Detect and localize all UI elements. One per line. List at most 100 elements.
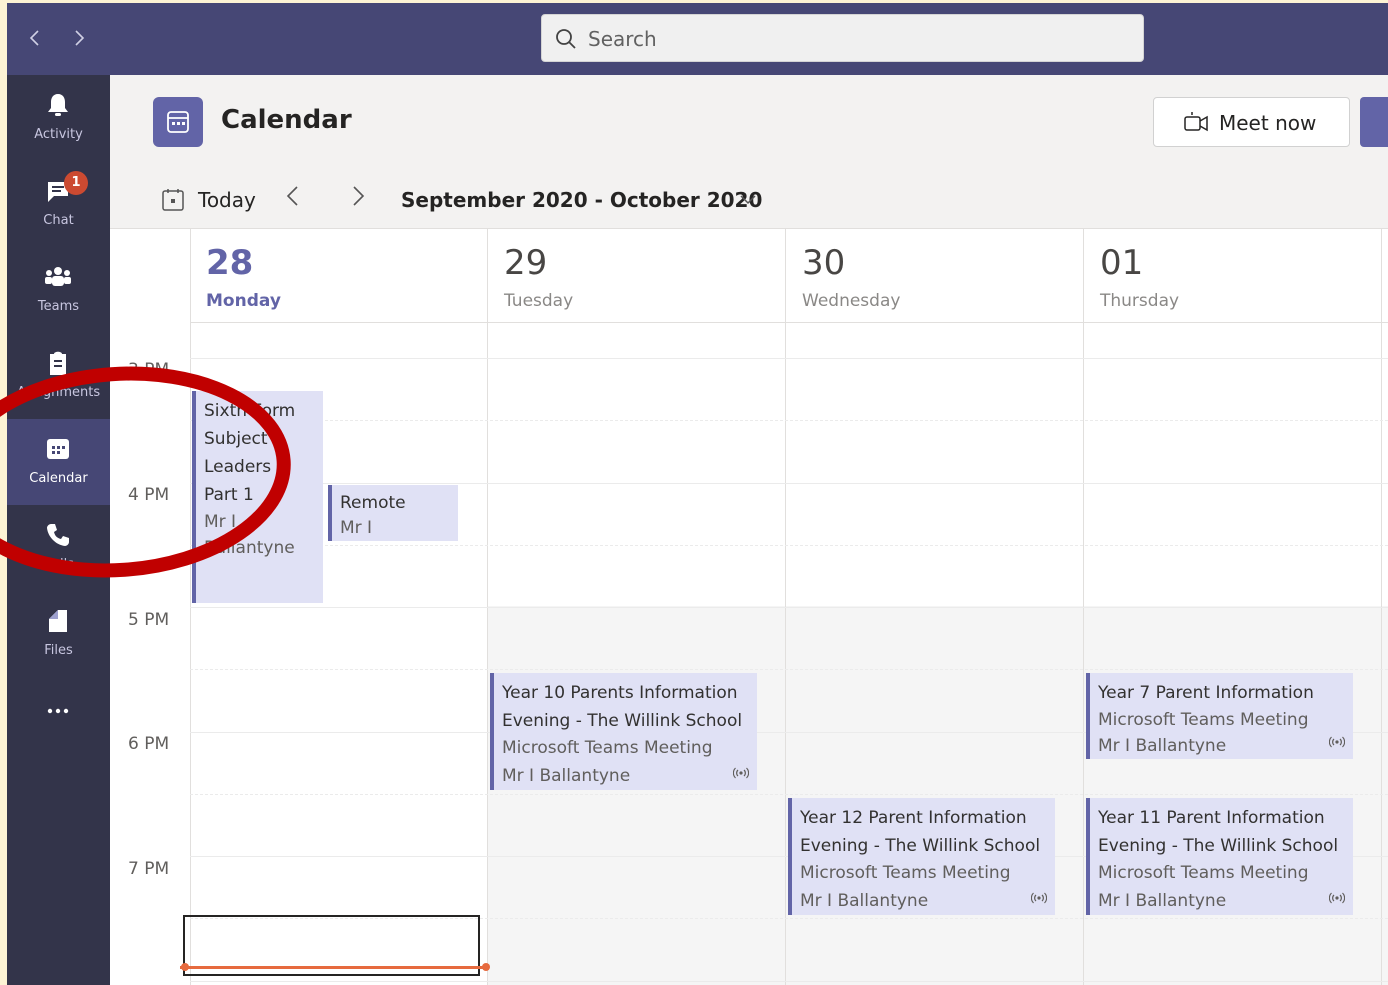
today-calendar-icon — [162, 189, 184, 211]
time-label: 3 PM — [128, 360, 170, 380]
rail-label: Assignments — [16, 385, 101, 400]
event-title: Year 12 Parent Information Evening - The… — [800, 808, 1041, 856]
event-title: Year 10 Parents Information Evening - Th… — [502, 683, 743, 731]
time-label: 4 PM — [128, 485, 170, 505]
day-name: Thursday — [1100, 291, 1180, 311]
date-range-picker[interactable]: September 2020 - October 2020 — [401, 188, 762, 212]
rail-label: Activity — [34, 127, 83, 142]
back-button[interactable] — [25, 25, 45, 51]
rail-item-calendar[interactable]: Calendar — [7, 419, 110, 505]
event-subtitle: Microsoft Teams Meeting — [800, 863, 1011, 883]
meet-now-label: Meet now — [1219, 111, 1317, 135]
event-year12[interactable]: Year 12 Parent Information Evening - The… — [788, 798, 1055, 915]
event-organizer: Mr I Ballantyne — [800, 891, 929, 911]
day-name: Monday — [206, 291, 281, 311]
current-time-line — [180, 966, 483, 969]
broadcast-icon — [1329, 736, 1345, 748]
more-icon — [47, 708, 69, 714]
event-organizer: Mr I Ballantyne — [1098, 736, 1227, 756]
page-title: Calendar — [221, 105, 352, 135]
search-box[interactable]: Search — [541, 14, 1144, 62]
rail-item-calls[interactable]: Calls — [7, 505, 110, 591]
calendar-main: Calendar Meet now Today September 2020 -… — [110, 75, 1388, 985]
half-hour-line — [190, 669, 1388, 671]
broadcast-icon — [1031, 892, 1047, 904]
half-hour-line — [190, 545, 1388, 547]
file-icon — [49, 610, 67, 632]
chevron-right-icon — [353, 186, 365, 206]
time-label: 5 PM — [128, 610, 170, 630]
header-divider — [190, 322, 1388, 323]
day-header-tuesday[interactable]: 29 Tuesday — [488, 229, 785, 322]
chevron-down-icon[interactable] — [736, 187, 760, 211]
rail-label: Teams — [37, 299, 80, 314]
forward-button[interactable] — [69, 25, 89, 51]
search-icon — [556, 29, 576, 49]
rail-item-more[interactable] — [7, 677, 110, 763]
rail-label: Calls — [42, 557, 75, 572]
phone-icon — [47, 524, 69, 546]
day-number: 01 — [1100, 243, 1144, 283]
event-remote[interactable]: Remote Mr I — [328, 485, 458, 541]
time-label: 7 PM — [128, 859, 170, 879]
app-bar: Activity Chat 1 Teams Assignments Calend… — [7, 75, 110, 985]
event-sixth-form[interactable]: Sixth Form Subject Leaders - Part 1 Mr I… — [192, 391, 323, 603]
teams-window: Search Activity Chat 1 Teams Assignments… — [7, 3, 1388, 985]
event-subtitle: Microsoft Teams Meeting — [502, 738, 713, 758]
search-input[interactable]: Search — [588, 27, 657, 51]
calendar-icon — [167, 111, 189, 133]
event-organizer: Mr I Ballantyne — [502, 766, 631, 786]
day-name: Tuesday — [504, 291, 574, 311]
chevron-left-icon — [286, 186, 298, 206]
previous-week-button[interactable] — [285, 183, 301, 216]
rail-item-assignments[interactable]: Assignments — [7, 333, 110, 419]
half-hour-line — [190, 420, 1388, 422]
day-header-thursday[interactable]: 01 Thursday — [1084, 229, 1381, 322]
event-title: Sixth Form Subject Leaders - Part 1 — [204, 401, 296, 505]
rail-item-teams[interactable]: Teams — [7, 247, 110, 333]
video-camera-icon — [1184, 112, 1208, 132]
event-subtitle: Microsoft Teams Meeting — [1098, 710, 1309, 730]
event-organizer: Mr I Ballantyne — [1098, 891, 1227, 911]
rail-label: Calendar — [29, 471, 88, 486]
event-year11[interactable]: Year 11 Parent Information Evening - The… — [1086, 798, 1353, 915]
half-hour-line — [190, 794, 1388, 796]
rail-label: Chat — [43, 213, 74, 228]
broadcast-icon — [1329, 892, 1345, 904]
event-subtitle: Microsoft Teams Meeting — [1098, 863, 1309, 883]
event-organizer: Mr I — [340, 518, 373, 538]
rail-item-activity[interactable]: Activity — [7, 75, 110, 161]
week-grid: 28 Monday 29 Tuesday 30 Wednesday 01 Thu… — [110, 228, 1388, 985]
rail-item-files[interactable]: Files — [7, 591, 110, 677]
day-name: Wednesday — [802, 291, 901, 311]
day-header-wednesday[interactable]: 30 Wednesday — [786, 229, 1083, 322]
meet-now-button[interactable]: Meet now — [1153, 97, 1350, 147]
day-number: 30 — [802, 243, 846, 283]
day-header-monday[interactable]: 28 Monday — [190, 229, 487, 322]
assignments-icon — [50, 351, 66, 375]
current-time-dot — [482, 963, 490, 971]
title-bar: Search — [7, 3, 1388, 75]
today-button[interactable]: Today — [198, 188, 256, 212]
event-title: Remote — [340, 493, 406, 513]
event-year10[interactable]: Year 10 Parents Information Evening - Th… — [490, 673, 757, 790]
hour-line — [190, 607, 1388, 608]
chevron-right-icon — [75, 30, 85, 46]
time-label: 6 PM — [128, 734, 170, 754]
day-number: 28 — [206, 243, 254, 283]
event-title: Year 7 Parent Information — [1098, 683, 1314, 703]
rail-label: Files — [44, 643, 73, 658]
hour-line — [190, 358, 1388, 359]
event-year7[interactable]: Year 7 Parent Information Microsoft Team… — [1086, 673, 1353, 759]
calendar-app-icon — [153, 97, 203, 147]
rail-item-chat[interactable]: Chat — [7, 161, 110, 247]
chevron-left-icon — [29, 30, 39, 46]
event-organizer: Mr I Ballantyne — [204, 512, 295, 558]
new-meeting-button[interactable] — [1360, 97, 1388, 147]
calendar-icon — [47, 439, 69, 459]
broadcast-icon — [733, 767, 749, 779]
next-week-button[interactable] — [350, 183, 366, 216]
event-title: Year 11 Parent Information Evening - The… — [1098, 808, 1339, 856]
bell-icon — [48, 94, 68, 116]
current-time-dot — [181, 963, 189, 971]
